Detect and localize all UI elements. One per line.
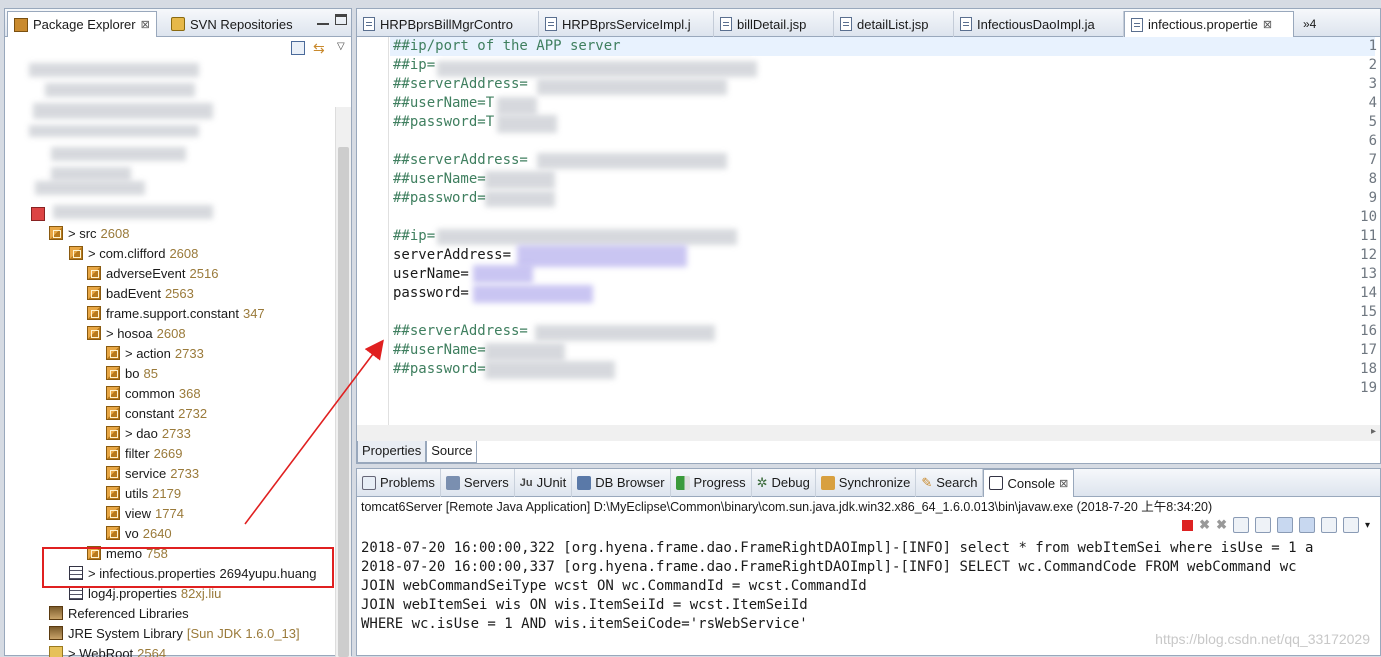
annotation-arrow bbox=[0, 0, 1381, 656]
